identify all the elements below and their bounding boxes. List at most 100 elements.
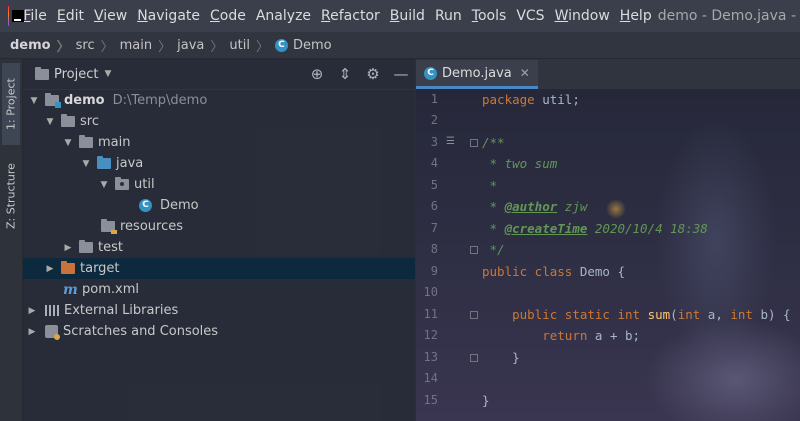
tree-item-java[interactable]: ▼ java <box>23 153 415 174</box>
tree-item-external-libraries[interactable]: ▶ External Libraries <box>23 300 415 321</box>
menu-file[interactable]: File <box>19 0 52 32</box>
tool-window-strip: 1: Project Z: Structure <box>0 59 23 421</box>
menu-navigate[interactable]: Navigate <box>133 0 206 32</box>
editor-tab-bar: C Demo.java ✕ <box>416 59 800 89</box>
line-number: 6 <box>430 199 438 213</box>
tab-project[interactable]: 1: Project <box>2 63 20 145</box>
window-title: demo - Demo.java - <box>657 8 796 24</box>
package-icon <box>115 177 129 190</box>
chevron-down-icon[interactable]: ▼ <box>61 138 75 148</box>
tree-item-util[interactable]: ▼ util <box>23 174 415 195</box>
menu-view[interactable]: View <box>90 0 133 32</box>
java-class-icon: C <box>139 199 152 212</box>
line-number: 15 <box>423 393 438 407</box>
scratches-icon <box>45 325 60 340</box>
tree-item-target[interactable]: ▶ target <box>23 258 415 279</box>
tree-item-main[interactable]: ▼ main <box>23 132 415 153</box>
library-icon <box>45 305 59 316</box>
fold-marker-icon[interactable] <box>470 311 478 319</box>
menu-vcs[interactable]: VCS <box>512 0 550 32</box>
line-number: 4 <box>430 156 438 170</box>
code-line-3: /** <box>482 135 505 150</box>
menu-window[interactable]: Window <box>551 0 616 32</box>
chevron-right-icon[interactable]: ▶ <box>25 306 39 316</box>
tree-item-scratches[interactable]: ▶ Scratches and Consoles <box>23 321 415 342</box>
close-icon[interactable]: ✕ <box>520 66 530 80</box>
code-line-13: } <box>482 350 520 365</box>
fold-marker-icon[interactable] <box>470 139 478 147</box>
menu-help[interactable]: Help <box>616 0 658 32</box>
code-line-15: } <box>482 393 490 408</box>
source-folder-icon <box>97 156 111 169</box>
gear-icon[interactable]: ⚙ <box>359 65 387 83</box>
tree-item-demo-class[interactable]: C Demo <box>23 195 415 216</box>
java-class-icon: C <box>424 66 437 80</box>
project-panel: Project ▼ ⊕ ⇕ ⚙ — ▼ demo D:\Temp\demo ▼ … <box>23 59 415 421</box>
breadcrumb-item-java[interactable]: java 〉 <box>173 36 225 55</box>
locate-file-icon[interactable]: ⊕ <box>303 65 331 83</box>
line-gutter[interactable]: 1 2 3 4 5 6 7 8 9 10 11 12 13 14 15 ☰ <box>416 89 478 421</box>
chevron-right-icon[interactable]: ▶ <box>61 243 75 253</box>
code-editor: C Demo.java ✕ 1 2 3 4 5 6 7 8 9 10 11 12… <box>416 59 800 421</box>
breadcrumb: demo 〉 src 〉 main 〉 java 〉 util 〉 C Demo <box>0 32 800 59</box>
line-number: 7 <box>430 221 438 235</box>
menu-edit[interactable]: Edit <box>53 0 90 32</box>
maven-icon: m <box>63 281 78 298</box>
code-line-9: public class Demo { <box>482 264 625 279</box>
minimize-icon[interactable]: — <box>387 65 415 83</box>
menu-build[interactable]: Build <box>386 0 431 32</box>
line-number: 1 <box>430 92 438 106</box>
line-number: 13 <box>423 350 438 364</box>
tree-item-resources[interactable]: resources <box>23 216 415 237</box>
breadcrumb-item-demo[interactable]: demo 〉 <box>0 36 72 55</box>
code-line-6: * @author zjw <box>482 199 588 214</box>
breadcrumb-item-util[interactable]: util 〉 <box>225 36 271 55</box>
tab-demo-java[interactable]: C Demo.java ✕ <box>416 60 538 89</box>
line-number: 9 <box>430 264 438 278</box>
tab-structure[interactable]: Z: Structure <box>2 153 20 239</box>
tree-item-pom[interactable]: m pom.xml <box>23 279 415 300</box>
collapse-all-icon[interactable]: ⇕ <box>331 65 359 83</box>
code-line-1: package util; <box>482 92 580 107</box>
chevron-down-icon[interactable]: ▼ <box>27 96 41 106</box>
chevron-down-icon[interactable]: ▼ <box>97 180 111 190</box>
tree-item-test[interactable]: ▶ test <box>23 237 415 258</box>
breadcrumb-item-src[interactable]: src 〉 <box>72 36 116 55</box>
fold-marker-icon[interactable] <box>470 354 478 362</box>
menu-tools[interactable]: Tools <box>468 0 513 32</box>
tree-item-src[interactable]: ▼ src <box>23 111 415 132</box>
project-panel-header: Project ▼ ⊕ ⇕ ⚙ — <box>23 59 415 90</box>
module-folder-icon <box>45 93 61 108</box>
code-line-5: * <box>482 178 498 193</box>
line-number: 2 <box>430 113 438 127</box>
code-line-4: * two sum <box>482 156 558 171</box>
chevron-right-icon[interactable]: ▶ <box>43 264 57 274</box>
excluded-folder-icon <box>61 261 75 274</box>
chevron-right-icon: 〉 <box>158 39 172 55</box>
folder-icon <box>79 240 93 253</box>
breadcrumb-item-main[interactable]: main 〉 <box>116 36 174 55</box>
chevron-down-icon[interactable]: ▼ <box>79 159 93 169</box>
folder-icon <box>61 114 75 127</box>
line-number: 12 <box>423 328 438 342</box>
tree-item-demo[interactable]: ▼ demo D:\Temp\demo <box>23 90 415 111</box>
menu-refactor[interactable]: Refactor <box>317 0 386 32</box>
intellij-logo-icon <box>8 6 30 26</box>
java-class-icon: C <box>274 38 288 52</box>
menu-analyze[interactable]: Analyze <box>252 0 317 32</box>
code-line-7: * @createTime 2020/10/4 18:38 <box>482 221 708 236</box>
project-folder-icon <box>35 66 49 80</box>
menu-run[interactable]: Run <box>431 0 468 32</box>
breadcrumb-item-demo-class[interactable]: C Demo <box>271 38 334 53</box>
rendered-doc-icon[interactable]: ☰ <box>446 136 455 147</box>
chevron-right-icon: 〉 <box>255 39 269 55</box>
line-number: 11 <box>423 307 438 321</box>
chevron-down-icon[interactable]: ▼ <box>43 117 57 127</box>
chevron-right-icon[interactable]: ▶ <box>25 327 39 337</box>
resources-folder-icon <box>101 219 117 234</box>
fold-marker-icon[interactable] <box>470 246 478 254</box>
menu-code[interactable]: Code <box>206 0 252 32</box>
line-number: 5 <box>430 178 438 192</box>
project-view-selector[interactable]: Project ▼ <box>29 66 112 82</box>
chevron-down-icon: ▼ <box>104 69 112 79</box>
